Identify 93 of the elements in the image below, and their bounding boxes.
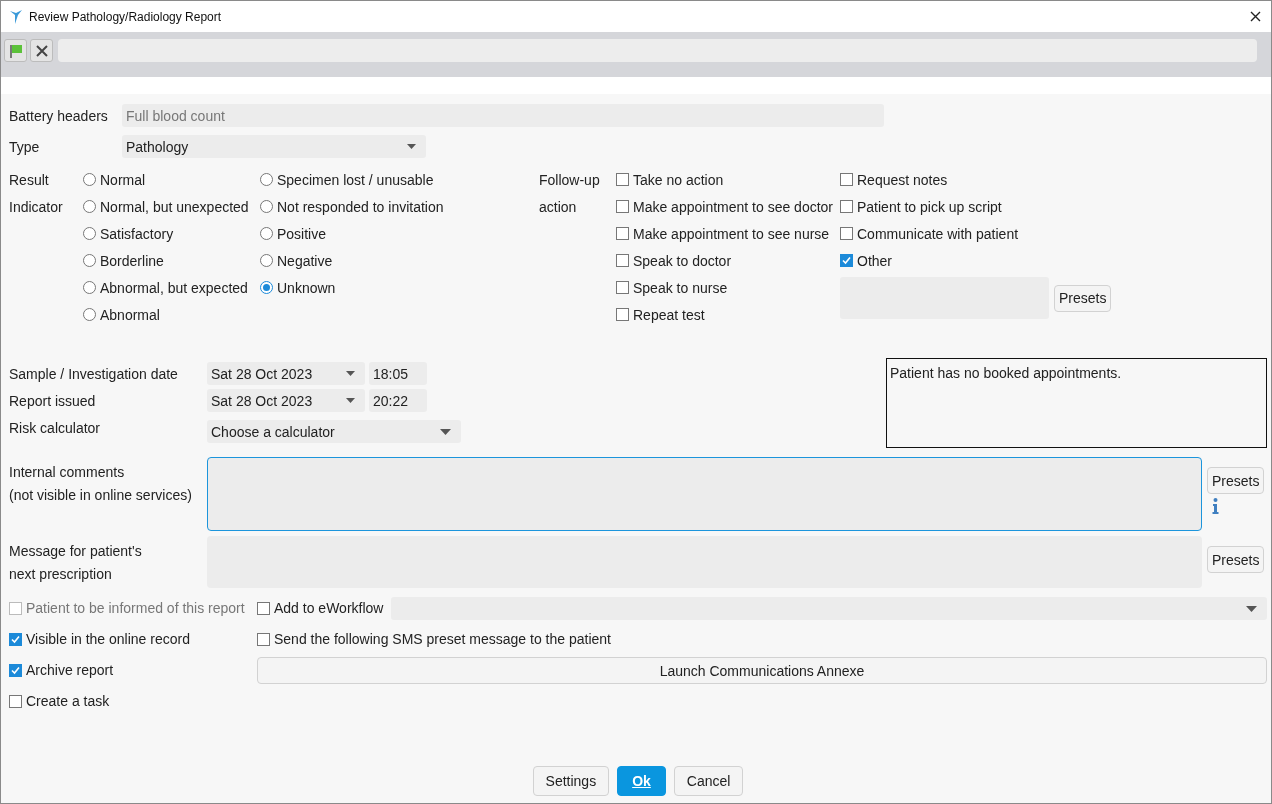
- checkbox-label[interactable]: Create a task: [26, 693, 110, 709]
- checkbox-label[interactable]: Make appointment to see doctor: [633, 198, 833, 215]
- caret-icon: [346, 371, 355, 376]
- radio-button[interactable]: [260, 227, 273, 240]
- text-area[interactable]: [207, 457, 1202, 531]
- radio-button[interactable]: [83, 254, 96, 267]
- radio-label[interactable]: Normal, but unexpected: [100, 198, 249, 215]
- checkbox-label[interactable]: Visible in the online record: [26, 631, 190, 647]
- checkbox-label[interactable]: Request notes: [857, 171, 948, 188]
- radio-button[interactable]: [83, 200, 96, 213]
- radio-button[interactable]: [83, 173, 96, 186]
- checkbox-label[interactable]: Speak to nurse: [633, 279, 728, 296]
- caret-icon: [407, 144, 416, 149]
- checkbox-label[interactable]: Send the following SMS preset message to the patient: [274, 631, 611, 647]
- radio-label[interactable]: Normal: [100, 171, 146, 188]
- clear-button[interactable]: [30, 39, 53, 62]
- checkbox[interactable]: [840, 254, 853, 267]
- checkbox[interactable]: [616, 227, 629, 240]
- radio-button[interactable]: [83, 227, 96, 240]
- checkbox[interactable]: [840, 200, 853, 213]
- presets-button[interactable]: Presets: [1054, 284, 1112, 312]
- caret-icon: [346, 398, 355, 403]
- field-label: (not visible in online services): [9, 485, 193, 505]
- time-field[interactable]: 18:05: [369, 362, 427, 385]
- checkbox[interactable]: [9, 694, 22, 708]
- checkbox[interactable]: [9, 663, 22, 677]
- time-field[interactable]: 20:22: [369, 389, 427, 412]
- field-label: Result: [9, 170, 50, 190]
- info-icon[interactable]: [1212, 498, 1219, 514]
- date-dropdown[interactable]: Sat 28 Oct 2023: [207, 362, 365, 385]
- field-label: Sample / Investigation date: [9, 365, 179, 382]
- checkbox-label[interactable]: Speak to doctor: [633, 252, 732, 269]
- flag-button[interactable]: [4, 39, 27, 62]
- caret-icon: [440, 429, 451, 435]
- field-label: Risk calculator: [9, 420, 102, 436]
- radio-label[interactable]: Abnormal: [100, 306, 160, 323]
- field-label: Report issued: [9, 392, 97, 409]
- radio-label[interactable]: Not responded to invitation: [277, 198, 444, 215]
- close-icon[interactable]: [1250, 11, 1261, 22]
- launch-button[interactable]: Launch Communications Annexe: [257, 657, 1267, 684]
- flag-icon: [8, 42, 23, 59]
- toolbar-field[interactable]: [58, 39, 1257, 62]
- field-label: Battery headers: [9, 107, 109, 124]
- radio-button[interactable]: [260, 254, 273, 267]
- checkbox[interactable]: [616, 281, 629, 294]
- field-label: Message for patient's: [9, 541, 143, 561]
- checkbox[interactable]: [616, 308, 629, 321]
- radio-button[interactable]: [260, 200, 273, 213]
- dropdown[interactable]: Pathology: [122, 135, 426, 158]
- checkbox-label[interactable]: Add to eWorkflow: [274, 600, 384, 616]
- checkbox-label[interactable]: Communicate with patient: [857, 225, 1019, 242]
- radio-label[interactable]: Unknown: [277, 279, 336, 296]
- presets-button[interactable]: Presets: [1207, 546, 1265, 573]
- checkbox-label[interactable]: Take no action: [633, 171, 724, 188]
- caret-icon: [1246, 605, 1257, 612]
- radio-button[interactable]: [83, 281, 96, 294]
- radio-label[interactable]: Specimen lost / unusable: [277, 171, 434, 188]
- field-label: Internal comments: [9, 462, 126, 482]
- checkbox[interactable]: [616, 254, 629, 267]
- radio-label[interactable]: Negative: [277, 252, 333, 269]
- checkbox-label[interactable]: Make appointment to see nurse: [633, 225, 830, 242]
- checkbox[interactable]: [9, 632, 22, 646]
- checkbox[interactable]: [616, 173, 629, 186]
- field-label: Type: [9, 138, 41, 155]
- checkbox[interactable]: [840, 173, 853, 186]
- app-logo-icon: [9, 8, 23, 25]
- radio-label[interactable]: Borderline: [100, 252, 164, 269]
- date-dropdown[interactable]: Sat 28 Oct 2023: [207, 389, 365, 412]
- appointments-note: Patient has no booked appointments.: [890, 365, 1122, 381]
- field-label: next prescription: [9, 564, 113, 584]
- close-icon: [34, 43, 49, 58]
- dropdown[interactable]: Choose a calculator: [207, 420, 461, 443]
- checkbox-label[interactable]: Patient to pick up script: [857, 198, 1002, 215]
- cancel-button[interactable]: Cancel: [673, 766, 744, 796]
- checkbox[interactable]: [840, 227, 853, 240]
- checkbox-label[interactable]: Repeat test: [633, 306, 705, 323]
- field-label: Follow-up: [539, 170, 601, 190]
- field-label: action: [539, 197, 578, 217]
- field-label: Indicator: [9, 197, 64, 217]
- radio-label[interactable]: Abnormal, but expected: [100, 279, 248, 296]
- radio-label[interactable]: Positive: [277, 225, 327, 242]
- radio-button[interactable]: [260, 173, 273, 186]
- checkbox-label[interactable]: Archive report: [26, 662, 114, 678]
- checkbox[interactable]: [616, 200, 629, 213]
- radio-label[interactable]: Satisfactory: [100, 225, 174, 242]
- window-title: Review Pathology/Radiology Report: [29, 9, 222, 24]
- presets-button[interactable]: Presets: [1207, 467, 1265, 494]
- radio-button[interactable]: [260, 281, 273, 294]
- settings-button[interactable]: Settings: [532, 766, 610, 796]
- checkbox[interactable]: [257, 632, 270, 646]
- checkbox-label[interactable]: Other: [857, 252, 892, 269]
- radio-button[interactable]: [83, 308, 96, 321]
- checkbox[interactable]: [257, 601, 270, 615]
